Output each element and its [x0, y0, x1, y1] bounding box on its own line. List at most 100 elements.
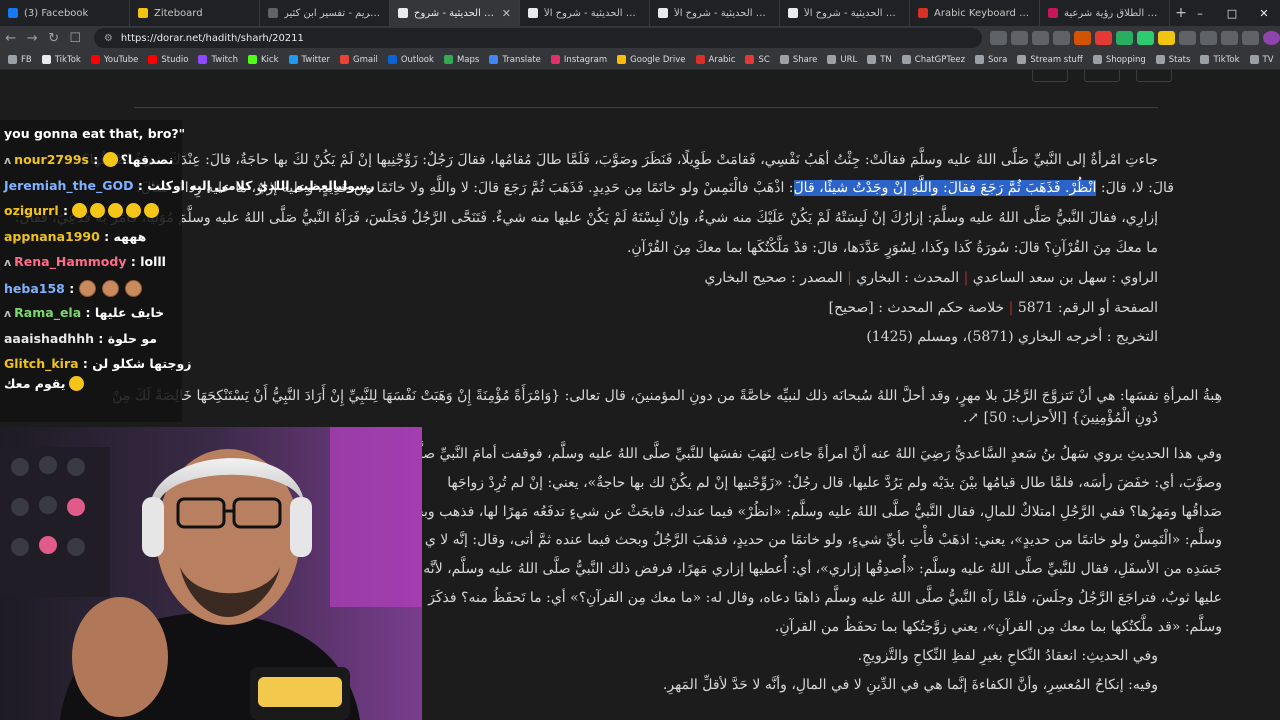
bookmark-item[interactable]: Stats [1155, 54, 1191, 65]
sharh-line: صَداقُها ومَهرُها؟ ففي الرَّجُلِ امتلاكٌ… [401, 504, 1222, 520]
close-window-icon[interactable]: ✕ [1248, 0, 1280, 26]
grammar-extension-icon[interactable] [1137, 31, 1155, 45]
profile-avatar-icon[interactable] [1263, 31, 1280, 45]
bookmark-icon [695, 55, 705, 64]
bookmark-item[interactable]: Translate [489, 55, 541, 65]
bookmark-label: Twitch [211, 54, 238, 65]
bookmark-item[interactable]: Twitter [288, 55, 330, 65]
bookmark-item[interactable]: TN [867, 55, 892, 65]
browser-tab[interactable]: Arabic Keyboard ™ ح العربية [910, 0, 1040, 26]
sharh-line: جَسَدِه من الأسفَلِ، فقال للنَّبيِّ صلَّ… [404, 561, 1222, 577]
bookmark-icon [340, 55, 350, 64]
tab-favicon-icon [788, 8, 798, 18]
chat-username[interactable]: Glitch_kira [4, 356, 79, 371]
star-icon[interactable] [1053, 31, 1071, 45]
site-info-icon[interactable]: ⚙ [104, 33, 113, 44]
bookmark-label: Share [792, 54, 818, 65]
sidepanel-icon[interactable] [1242, 31, 1260, 45]
bookmark-label: TN [880, 54, 892, 65]
bookmark-item[interactable]: ChatGPTeez [901, 55, 965, 65]
close-tab-icon[interactable]: ✕ [502, 7, 511, 20]
bookmark-icon [1155, 55, 1165, 64]
bookmark-item[interactable]: Twitch [198, 55, 238, 65]
source[interactable]: المصدر : صحيح البخاري [705, 270, 843, 286]
bookmark-icon [779, 55, 789, 64]
tab-title: الموسوعة الحديثية - شروح الأ [804, 7, 901, 19]
bookmark-item[interactable]: Instagram [550, 55, 607, 65]
laughing-emoji-icon [69, 376, 85, 391]
bookmark-item[interactable]: TikTok [1200, 55, 1240, 65]
chat-message-continuation: يقوم معك [4, 376, 180, 391]
bookmark-item[interactable]: FB [8, 55, 32, 65]
bookmark-item[interactable]: Maps [443, 55, 479, 65]
bookmark-item[interactable]: Shopping [1092, 54, 1146, 65]
bookmark-item[interactable]: TikTok [41, 55, 81, 65]
bookmark-label: Stats [1168, 54, 1191, 65]
bookmark-page-icon[interactable]: ☐ [64, 31, 85, 46]
chat-separator: : [81, 305, 95, 320]
browser-tab[interactable]: الموسوعة الحديثية - شروح ✕ [390, 0, 520, 26]
chat-username[interactable]: ozigurrl [4, 203, 59, 218]
bookmark-item[interactable]: Google Drive [617, 55, 686, 65]
bookmark-item[interactable]: Kick [247, 55, 279, 65]
translate-icon[interactable] [990, 31, 1008, 45]
bookmark-item[interactable]: Share [779, 54, 818, 65]
bookmark-label: Shopping [1105, 54, 1146, 65]
chat-username[interactable]: aaaishadhhh [4, 331, 94, 346]
extensions-puzzle-icon[interactable] [1200, 31, 1218, 45]
chat-text: زوجتها شكلو لن [92, 356, 192, 371]
selected-text: انْظُرْ. فَذَهَبَ ثُمَّ رَجَعَ فقالَ: وا… [793, 180, 1097, 196]
tab-title: الزواج بنية الطلاق رؤية شرعية [1064, 7, 1161, 19]
reader-extension-icon[interactable] [1179, 31, 1197, 45]
bookmark-icon [1092, 55, 1102, 64]
bookmark-item[interactable]: Sora [975, 55, 1007, 65]
bookmark-item[interactable]: Gmail [340, 55, 378, 65]
bookmark-item[interactable]: Arabic [695, 55, 735, 65]
chat-username[interactable]: Rena_Hammody [14, 254, 126, 269]
narrator[interactable]: الراوي : سهل بن سعد الساعدي [973, 270, 1158, 286]
yellow-extension-icon[interactable] [1158, 31, 1176, 45]
browser-tab[interactable]: الزواج بنية الطلاق رؤية شرعية [1040, 0, 1170, 26]
chat-username[interactable]: heba158 [4, 281, 65, 296]
bookmark-item[interactable]: Studio [148, 55, 188, 65]
page-tool-button[interactable] [1032, 70, 1068, 82]
browser-tab[interactable]: (3) Facebook [0, 0, 130, 26]
bookmark-item[interactable]: SC [745, 55, 770, 65]
page-tool-button[interactable] [1136, 70, 1172, 82]
laughing-emoji-icon [108, 203, 124, 218]
green-extension-icon[interactable] [1116, 31, 1134, 45]
back-arrow-icon[interactable]: ← [0, 31, 21, 46]
chat-username[interactable]: Jeremiah_the_GOD [4, 178, 134, 193]
browser-tab[interactable]: Ziteboard [130, 0, 260, 26]
browser-tab[interactable]: الموسوعة الحديثية - شروح الأ [650, 0, 780, 26]
bookmark-label: Sora [988, 54, 1008, 65]
minimize-icon[interactable]: – [1184, 0, 1216, 26]
browser-tab[interactable]: الموسوعة الحديثية - شروح الأ [520, 0, 650, 26]
alert-extension-icon[interactable] [1095, 31, 1113, 45]
sharh-line: عليها ثوبٌ، فتراجَعَ الرَّجُلُ وجلَسَ، ف… [428, 590, 1222, 606]
chat-username[interactable]: appnana1990 [4, 229, 100, 244]
bookmark-item[interactable]: Stream stuff [1017, 55, 1083, 65]
bookmark-item[interactable]: TV [1249, 55, 1274, 65]
muhaddith[interactable]: المحدث : البخاري [856, 270, 959, 286]
forward-arrow-icon[interactable]: → [21, 31, 42, 46]
maximize-icon[interactable]: □ [1216, 0, 1248, 26]
bookmark-icon [90, 55, 100, 64]
browser-tab[interactable]: الموسوعة الحديثية - شروح الأ [780, 0, 910, 26]
zoom-icon[interactable] [1011, 31, 1029, 45]
chat-username[interactable]: Rama_ela [14, 305, 81, 320]
webcam-feed [0, 427, 422, 720]
chat-separator: : [99, 228, 114, 244]
media-icon[interactable] [1221, 31, 1239, 45]
reload-icon[interactable]: ↻ [43, 31, 64, 46]
browser-tab[interactable]: القرآن الكريم - تفسير ابن كثير [260, 0, 390, 26]
brave-shield-icon[interactable] [1074, 31, 1092, 45]
chat-username[interactable]: nour2799s [14, 152, 89, 167]
share-icon[interactable] [1032, 31, 1050, 45]
bookmark-icon [247, 55, 257, 64]
bookmark-item[interactable]: Outlook [387, 55, 434, 65]
bookmark-item[interactable]: URL [827, 55, 857, 65]
bookmark-item[interactable]: YouTube [90, 55, 138, 65]
page-tool-button[interactable] [1084, 70, 1120, 82]
address-bar[interactable]: ⚙ https://dorar.net/hadith/sharh/20211 [93, 28, 983, 48]
